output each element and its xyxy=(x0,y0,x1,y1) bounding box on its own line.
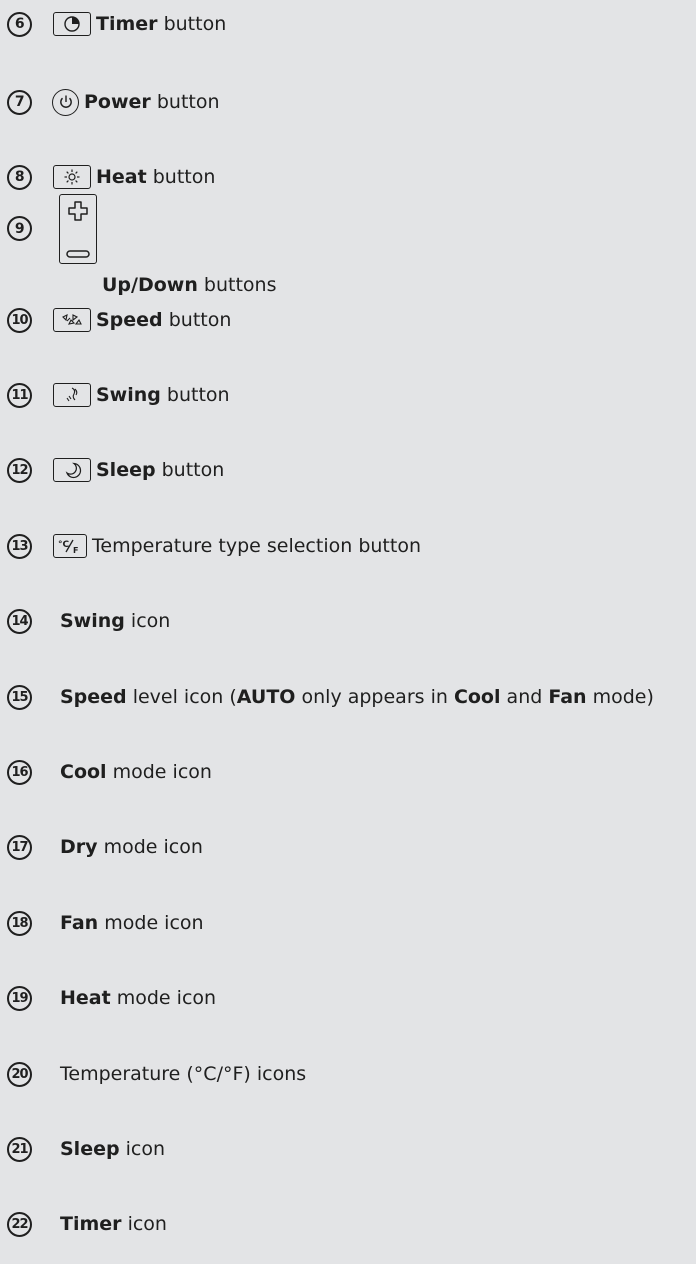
legend-item-timer-icon: 22 Timer icon xyxy=(7,1209,696,1239)
item-number: 13 xyxy=(7,533,32,559)
item-label: Dry mode icon xyxy=(60,835,203,858)
item-number: 20 xyxy=(7,1061,32,1087)
legend-item-timer-button: 6 Timer button xyxy=(7,9,696,39)
legend-item-sleep-icon: 21 Sleep icon xyxy=(7,1134,696,1164)
item-number: 7 xyxy=(7,89,32,115)
plus-icon xyxy=(68,201,88,221)
item-label: Cool mode icon xyxy=(60,760,212,783)
fan-speed-icon xyxy=(53,308,91,332)
item-label: Timer icon xyxy=(60,1212,167,1235)
minus-icon xyxy=(66,250,90,258)
legend-item-swing-button: 11 Swing button xyxy=(7,380,696,410)
legend-item-temperature-icons: 20 Temperature (°C/°F) icons xyxy=(7,1059,696,1089)
moon-icon xyxy=(53,458,91,482)
svg-text:F: F xyxy=(73,546,78,555)
item-label: Up/Down buttons xyxy=(102,274,277,296)
item-label: Power button xyxy=(84,90,220,113)
item-label: Sleep icon xyxy=(60,1137,166,1160)
legend-item-dry-mode-icon: 17 Dry mode icon xyxy=(7,832,696,862)
item-number: 16 xyxy=(7,759,32,785)
item-number: 21 xyxy=(7,1136,32,1162)
item-label: Fan mode icon xyxy=(60,911,204,934)
item-number: 11 xyxy=(7,382,32,408)
legend-item-temperature-type-button: 13 °C F Temperature type selection butto… xyxy=(7,531,696,561)
item-label: Temperature (°C/°F) icons xyxy=(60,1062,307,1085)
item-label: Temperature type selection button xyxy=(92,534,421,557)
legend-item-cool-mode-icon: 16 Cool mode icon xyxy=(7,757,696,787)
legend-item-speed-button: 10 Speed button xyxy=(7,305,696,335)
item-number: 18 xyxy=(7,910,32,936)
item-number: 14 xyxy=(7,608,32,634)
item-label: Swing button xyxy=(96,383,230,406)
item-number: 22 xyxy=(7,1211,32,1237)
item-number: 12 xyxy=(7,457,32,483)
legend-item-heat-mode-icon: 19 Heat mode icon xyxy=(7,983,696,1013)
item-label: Speed level icon (AUTO only appears in C… xyxy=(60,685,654,708)
legend-item-power-button: 7 Power button xyxy=(7,87,696,117)
item-number: 9 xyxy=(7,216,32,241)
item-label: Heat button xyxy=(96,165,216,188)
item-number: 8 xyxy=(7,164,32,190)
legend-item-fan-mode-icon: 18 Fan mode icon xyxy=(7,908,696,938)
item-number: 15 xyxy=(7,684,32,710)
legend-item-heat-button: 8 Heat button xyxy=(7,162,696,192)
legend-item-speed-level-icon: 15 Speed level icon (AUTO only appears i… xyxy=(7,682,696,712)
item-label: Timer button xyxy=(96,12,227,35)
legend-item-swing-icon: 14 Swing icon xyxy=(7,606,696,636)
heat-icon xyxy=(53,165,91,189)
item-label: Swing icon xyxy=(60,609,171,632)
timer-icon xyxy=(53,12,91,36)
item-label: Heat mode icon xyxy=(60,986,217,1009)
plus-minus-icon xyxy=(59,194,97,264)
item-label: Sleep button xyxy=(96,458,225,481)
item-number: 6 xyxy=(7,11,32,37)
legend-item-sleep-button: 12 Sleep button xyxy=(7,455,696,485)
item-label: Speed button xyxy=(96,308,232,331)
celsius-fahrenheit-icon: °C F xyxy=(53,534,87,558)
swing-icon xyxy=(53,383,91,407)
item-number: 17 xyxy=(7,834,32,860)
power-icon xyxy=(52,88,79,116)
item-number: 10 xyxy=(7,307,32,333)
item-number: 19 xyxy=(7,985,32,1011)
